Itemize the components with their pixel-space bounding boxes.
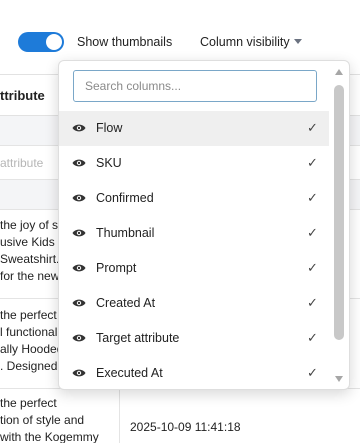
eye-icon bbox=[72, 369, 86, 377]
column-option-flow[interactable]: Flow ✓ bbox=[59, 111, 329, 146]
dropdown-scrollbar[interactable] bbox=[332, 69, 346, 387]
scroll-up-arrow-icon[interactable] bbox=[335, 69, 343, 75]
scroll-down-arrow-icon[interactable] bbox=[335, 376, 343, 382]
check-icon: ✓ bbox=[307, 260, 318, 275]
table-cell-date: 2025-10-09 11:41:18 bbox=[130, 420, 241, 434]
column-option-executed-at[interactable]: Executed At ✓ bbox=[59, 356, 329, 391]
search-columns-input[interactable] bbox=[73, 70, 317, 102]
check-icon: ✓ bbox=[307, 365, 318, 380]
eye-icon bbox=[72, 334, 86, 342]
eye-icon bbox=[72, 229, 86, 237]
column-option-label: Created At bbox=[96, 296, 156, 310]
column-option-label: Executed At bbox=[96, 366, 163, 380]
eye-icon bbox=[72, 159, 86, 167]
thumbnails-toggle[interactable] bbox=[18, 32, 64, 52]
scrollbar-thumb[interactable] bbox=[334, 85, 344, 340]
column-option-label: Flow bbox=[96, 121, 123, 135]
column-option-prompt[interactable]: Prompt ✓ bbox=[59, 251, 329, 286]
check-icon: ✓ bbox=[307, 190, 318, 205]
column-option-label: SKU bbox=[96, 156, 122, 170]
eye-icon bbox=[72, 124, 86, 132]
check-icon: ✓ bbox=[307, 295, 318, 310]
column-option-label: Prompt bbox=[96, 261, 137, 275]
attribute-filter-input[interactable]: attribute bbox=[0, 156, 43, 170]
column-visibility-label: Column visibility bbox=[200, 35, 290, 49]
cell-line: the perfect bbox=[0, 396, 57, 410]
table-cell-description: the perfect tion of style and with the K… bbox=[0, 395, 118, 443]
page: Show thumbnails Column visibility ttribu… bbox=[0, 0, 360, 443]
column-option-target-attribute[interactable]: Target attribute ✓ bbox=[59, 321, 329, 356]
toolbar: Show thumbnails Column visibility bbox=[0, 0, 360, 62]
column-option-confirmed[interactable]: Confirmed ✓ bbox=[59, 181, 329, 216]
chevron-down-icon bbox=[293, 39, 302, 45]
column-option-label: Target attribute bbox=[96, 331, 180, 345]
toggle-knob bbox=[46, 34, 62, 50]
column-option-label: Thumbnail bbox=[96, 226, 155, 240]
column-option-sku[interactable]: SKU ✓ bbox=[59, 146, 329, 181]
thumbnails-toggle-label[interactable]: Show thumbnails bbox=[77, 35, 172, 49]
eye-icon bbox=[72, 299, 86, 307]
cell-line: tion of style and bbox=[0, 413, 85, 427]
column-header-target-attribute[interactable]: ttribute bbox=[0, 88, 45, 103]
check-icon: ✓ bbox=[307, 225, 318, 240]
check-icon: ✓ bbox=[307, 330, 318, 345]
column-option-thumbnail[interactable]: Thumbnail ✓ bbox=[59, 216, 329, 251]
column-option-label: Confirmed bbox=[96, 191, 154, 205]
cell-line: with the Kogemmy bbox=[0, 430, 99, 443]
eye-icon bbox=[72, 194, 86, 202]
check-icon: ✓ bbox=[307, 120, 318, 135]
column-visibility-button[interactable]: Column visibility bbox=[200, 35, 302, 49]
check-icon: ✓ bbox=[307, 155, 318, 170]
column-visibility-dropdown: Flow ✓ SKU ✓ Confirmed ✓ Thumbnail ✓ Pro… bbox=[58, 60, 350, 390]
column-option-created-at[interactable]: Created At ✓ bbox=[59, 286, 329, 321]
eye-icon bbox=[72, 264, 86, 272]
